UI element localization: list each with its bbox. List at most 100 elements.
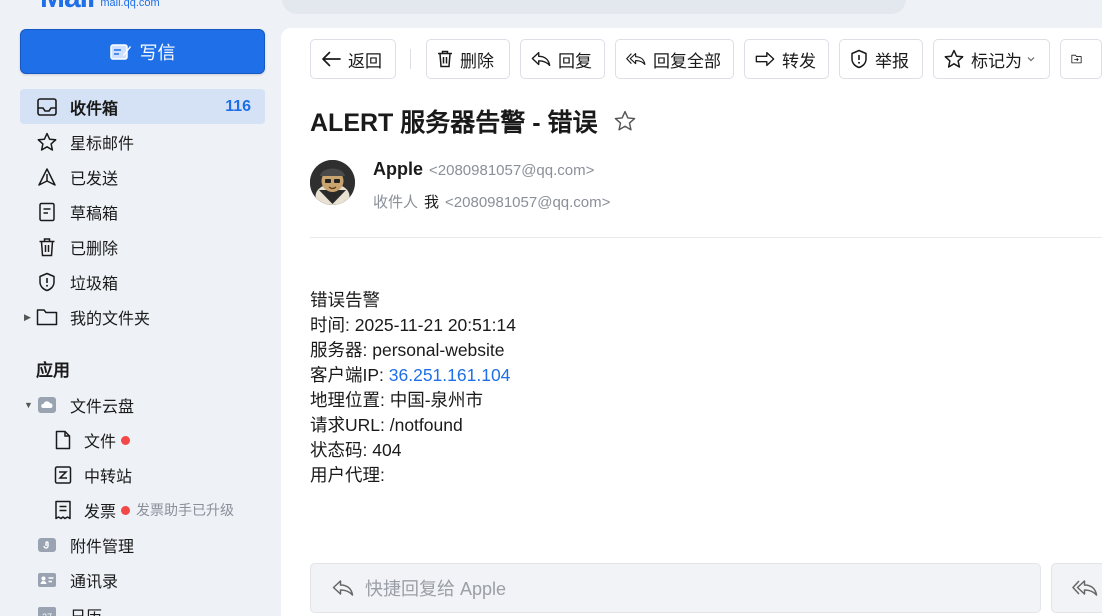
sender-line: Apple <2080981057@qq.com> <box>373 159 594 180</box>
sender-email[interactable]: <2080981057@qq.com> <box>429 162 594 179</box>
sidebar-item-label: 垃圾箱 <box>70 275 119 293</box>
report-label: 举报 <box>875 51 909 71</box>
move-folder-icon <box>1071 54 1082 64</box>
inbox-count-badge: 116 <box>225 97 251 115</box>
unread-dot <box>121 435 131 445</box>
quick-reply-input[interactable]: 快捷回复给 Apple <box>310 563 1041 613</box>
reading-pane: 返回 删除 回复 回复全部 转发 举报 标记为 ALERT 服务器告警 - 错误… <box>281 28 1102 616</box>
location-value: 中国-泉州市 <box>389 390 484 410</box>
recipient-email[interactable]: <2080981057@qq.com> <box>445 194 610 211</box>
chevron-down-icon <box>1027 57 1035 62</box>
compose-icon <box>109 43 131 60</box>
forward-label: 转发 <box>782 51 816 71</box>
location-label: 地理位置: <box>310 390 390 410</box>
sidebar-item-files[interactable]: 文件 <box>36 425 131 455</box>
reply-all-icon <box>1072 580 1098 596</box>
body-ip-line: 客户端IP: 36.251.161.104 <box>310 363 516 388</box>
spam-icon <box>36 271 58 293</box>
sidebar-item-invoice[interactable]: 发票 发票助手已升级 <box>36 495 234 525</box>
search-icon <box>306 0 316 8</box>
body-time-line: 时间: 2025-11-21 20:51:14 <box>310 313 516 338</box>
delete-button[interactable]: 删除 <box>426 39 510 79</box>
sidebar-item-attachments[interactable]: 附件管理 <box>20 527 265 562</box>
apps-section-title: 应用 <box>36 361 70 380</box>
url-label: 请求URL: <box>310 415 390 435</box>
sender-name[interactable]: Apple <box>373 159 423 180</box>
sidebar-item-label: 文件 <box>84 434 117 451</box>
attachment-icon <box>36 534 58 556</box>
sidebar-item-label: 已发送 <box>70 170 119 188</box>
server-label: 服务器: <box>310 340 373 360</box>
folder-icon <box>36 306 58 328</box>
forward-icon <box>755 51 775 67</box>
report-shield-icon <box>851 49 867 69</box>
status-label: 状态码: <box>310 440 373 460</box>
sidebar-item-starred[interactable]: 星标邮件 <box>20 124 265 159</box>
recipient-line: 收件人我 <2080981057@qq.com> <box>373 191 610 212</box>
sidebar-item-label: 日历 <box>70 603 102 616</box>
sidebar-item-label: 中转站 <box>84 469 133 486</box>
contacts-icon <box>36 569 58 591</box>
time-label: 时间: <box>310 315 355 335</box>
sidebar-item-label: 我的文件夹 <box>70 310 151 328</box>
sidebar-item-label: 星标邮件 <box>70 135 135 153</box>
reply-icon <box>332 580 354 596</box>
recipient-name[interactable]: 我 <box>424 194 439 211</box>
sidebar-item-my-folders[interactable]: 我的文件夹 <box>20 299 265 334</box>
calendar-icon: 27 <box>36 604 58 616</box>
reply-all-label: 回复全部 <box>653 51 721 71</box>
move-to-button[interactable] <box>1060 39 1102 79</box>
quick-reply-all-button[interactable] <box>1051 563 1102 613</box>
sidebar-item-label: 草稿箱 <box>70 205 119 223</box>
client-ip-link[interactable]: 36.251.161.104 <box>389 365 511 385</box>
sidebar-item-label: 已删除 <box>70 240 119 258</box>
body-ua-line: 用户代理: <box>310 463 516 488</box>
report-button[interactable]: 举报 <box>839 39 923 79</box>
sender-avatar[interactable] <box>310 160 355 205</box>
back-label: 返回 <box>348 51 382 71</box>
sent-icon <box>36 166 58 188</box>
sidebar-item-cloud-drive[interactable]: 文件云盘 <box>20 387 265 422</box>
sidebar-item-inbox[interactable]: 收件箱 116 <box>20 89 265 124</box>
delete-label: 删除 <box>460 51 494 71</box>
sidebar-item-deleted[interactable]: 已删除 <box>20 229 265 264</box>
sidebar-item-label: 通讯录 <box>70 573 119 591</box>
reply-all-icon <box>626 53 646 65</box>
draft-icon <box>36 201 58 223</box>
arrow-left-icon <box>322 51 341 67</box>
invoice-icon <box>52 499 74 521</box>
quick-reply-placeholder: 快捷回复给 Apple <box>365 579 507 599</box>
cloud-drive-icon <box>36 394 58 416</box>
body-location-line: 地理位置: 中国-泉州市 <box>310 388 516 413</box>
mark-as-dropdown[interactable]: 标记为 <box>933 39 1050 79</box>
subject-text: ALERT 服务器告警 - 错误 <box>310 109 598 137</box>
sidebar-item-drafts[interactable]: 草稿箱 <box>20 194 265 229</box>
search-bar[interactable] <box>282 0 906 14</box>
sidebar-item-transfer[interactable]: 中转站 <box>36 460 132 490</box>
user-agent-label: 用户代理: <box>310 465 385 485</box>
sidebar-item-label: 文件云盘 <box>70 398 135 416</box>
star-icon <box>944 49 964 68</box>
sidebar-item-sent[interactable]: 已发送 <box>20 159 265 194</box>
email-subject: ALERT 服务器告警 - 错误 <box>310 103 636 139</box>
sidebar-item-contacts[interactable]: 通讯录 <box>20 562 265 597</box>
transfer-station-icon <box>52 464 74 486</box>
reply-button[interactable]: 回复 <box>520 39 605 79</box>
trash-icon <box>36 236 58 258</box>
reply-all-button[interactable]: 回复全部 <box>615 39 734 79</box>
inbox-icon <box>36 96 58 118</box>
sidebar-item-spam[interactable]: 垃圾箱 <box>20 264 265 299</box>
sidebar-item-calendar[interactable]: 27 日历 <box>20 597 265 616</box>
forward-button[interactable]: 转发 <box>744 39 829 79</box>
recipient-label: 收件人 <box>373 194 419 211</box>
server-value: personal-website <box>372 340 505 360</box>
sidebar-item-label: 附件管理 <box>70 538 135 556</box>
compose-label: 写信 <box>139 42 176 63</box>
back-button[interactable]: 返回 <box>310 39 396 79</box>
client-ip-label: 客户端IP: <box>310 365 389 385</box>
compose-button[interactable]: 写信 <box>20 29 265 74</box>
star-icon <box>36 131 58 153</box>
reply-label: 回复 <box>558 51 592 71</box>
time-value: 2025-11-21 20:51:14 <box>354 315 516 335</box>
star-toggle[interactable] <box>614 110 636 132</box>
